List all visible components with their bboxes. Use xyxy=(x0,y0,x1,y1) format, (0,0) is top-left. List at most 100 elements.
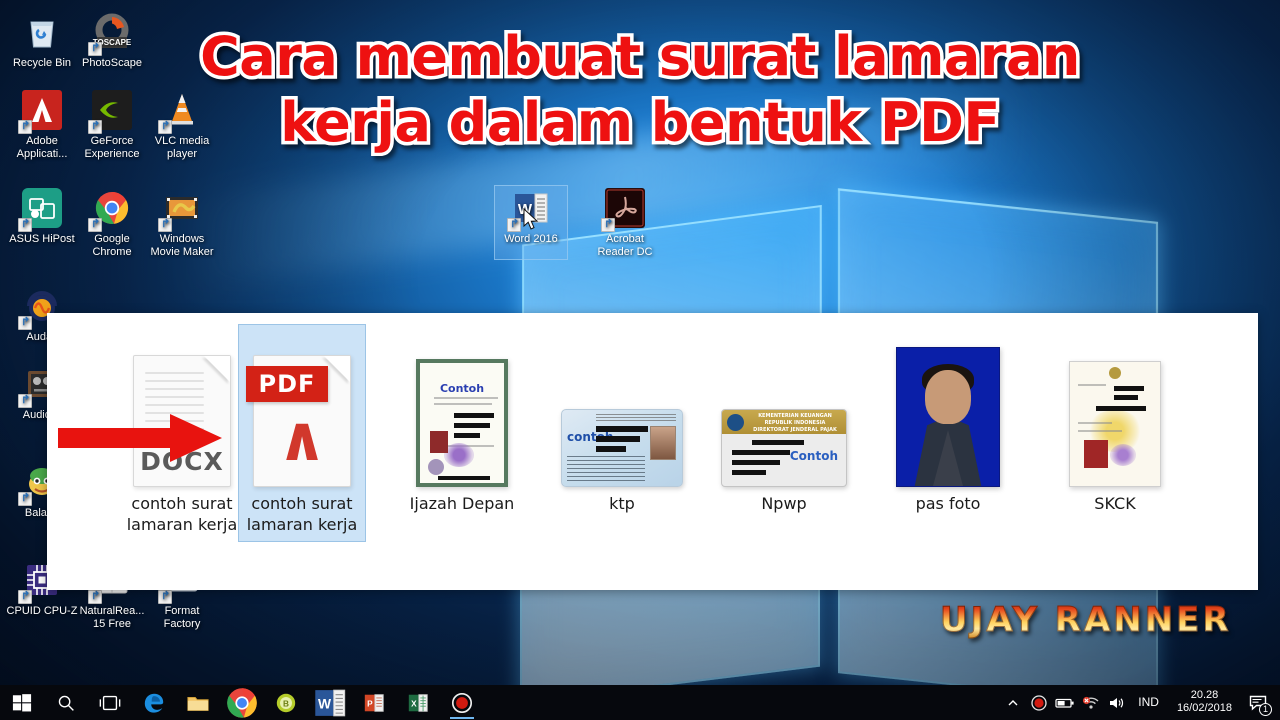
clock[interactable]: 20.28 16/02/2018 xyxy=(1167,685,1242,720)
desktop-icon-label: GeForce Experience xyxy=(84,135,140,160)
network-muted-icon[interactable] xyxy=(1078,685,1104,720)
clock-time: 20.28 xyxy=(1190,689,1219,701)
shortcut-arrow-icon xyxy=(18,590,32,604)
record-icon xyxy=(451,692,473,713)
shortcut-arrow-icon xyxy=(18,120,32,134)
mouse-cursor xyxy=(523,207,541,237)
file-explorer-button[interactable] xyxy=(176,685,220,720)
red-arrow-annotation xyxy=(58,414,222,462)
file-item[interactable]: SKCK xyxy=(1052,325,1178,520)
channel-watermark: UJAY RANNER xyxy=(940,600,1232,641)
folder-icon xyxy=(187,693,209,711)
svg-text:B: B xyxy=(283,699,289,708)
skck-thumbnail xyxy=(1069,361,1161,487)
desktop-icon-label: CPUID CPU-Z xyxy=(6,605,78,617)
powerpoint-icon: P xyxy=(364,692,384,712)
shortcut-arrow-icon xyxy=(88,590,102,604)
shortcut-arrow-icon xyxy=(18,218,32,232)
shortcut-arrow-icon xyxy=(158,218,172,232)
desktop-icon-adobe-applicati[interactable]: Adobe Applicati... xyxy=(6,88,78,161)
shortcut-arrow-icon xyxy=(18,394,32,408)
adobe-icon xyxy=(18,88,64,134)
desktop-icon-label: Google Chrome xyxy=(92,233,132,258)
battery-icon[interactable] xyxy=(1052,685,1078,720)
chrome-icon xyxy=(224,684,261,720)
file-thumbnail xyxy=(885,325,1011,487)
file-item[interactable]: Contoh Ijazah Depan xyxy=(399,325,525,520)
file-thumbnail xyxy=(1052,325,1178,487)
file-label: contoh surat lamaran kerja xyxy=(126,494,238,534)
desktop-icon-photoscape[interactable]: TOSCAPEPhotoScape xyxy=(76,10,148,70)
file-item[interactable]: pas foto xyxy=(885,325,1011,520)
file-label: Npwp xyxy=(761,494,807,513)
start-button[interactable] xyxy=(0,685,44,720)
desktop-icon-recycle-bin[interactable]: Recycle Bin xyxy=(6,10,78,70)
desktop-icon-geforce-experience[interactable]: GeForce Experience xyxy=(76,88,148,161)
taskbar-app-buttons: BWPX xyxy=(0,685,484,720)
shortcut-arrow-icon xyxy=(18,316,32,330)
chrome-button[interactable] xyxy=(220,685,264,720)
edge-icon xyxy=(143,691,165,713)
task-view-button[interactable] xyxy=(88,685,132,720)
file-label: ktp xyxy=(609,494,635,513)
geforce-icon xyxy=(88,88,134,134)
shortcut-arrow-icon xyxy=(88,218,102,232)
desktop-icon-label: Acrobat Reader DC xyxy=(597,233,653,258)
word-button[interactable]: W xyxy=(308,685,352,720)
photoscape-icon: TOSCAPE xyxy=(88,10,134,56)
shortcut-arrow-icon xyxy=(88,42,102,56)
video-title-overlay: Cara membuat surat lamaran kerja dalam b… xyxy=(150,22,1130,158)
clock-date: 16/02/2018 xyxy=(1176,702,1232,714)
shortcut-arrow-icon xyxy=(507,218,521,232)
language-indicator[interactable]: IND xyxy=(1130,685,1167,720)
search-button[interactable] xyxy=(44,685,88,720)
excel-button[interactable]: X xyxy=(396,685,440,720)
file-explorer-panel: DOCX contoh surat lamaran kerja PDF ∧ contoh… xyxy=(47,313,1258,590)
file-thumbnail: PDF ∧ xyxy=(239,325,365,487)
notification-center-button[interactable]: 1 xyxy=(1242,685,1274,720)
desktop-icon-label: Windows Movie Maker xyxy=(150,233,214,258)
file-item[interactable]: KEMENTERIAN KEUANGAN REPUBLIK INDONESIA … xyxy=(721,325,847,520)
file-label: contoh surat lamaran kerja xyxy=(246,494,358,534)
app-green-button[interactable]: B xyxy=(264,685,308,720)
shortcut-arrow-icon xyxy=(88,120,102,134)
desktop-icon-google-chrome[interactable]: Google Chrome xyxy=(76,186,148,259)
windows-logo-icon xyxy=(12,693,32,711)
excel-icon: X xyxy=(408,692,428,712)
shortcut-arrow-icon xyxy=(18,492,32,506)
ktp-thumbnail: contoh xyxy=(561,409,683,487)
desktop-icon-label: Format Factory xyxy=(163,605,201,630)
pdf-badge: PDF xyxy=(246,366,328,402)
system-tray: IND 20.28 16/02/2018 1 xyxy=(1000,685,1280,720)
desktop-icon-windows-movie-maker[interactable]: Windows Movie Maker xyxy=(146,186,218,259)
desktop-icon-asus-hipost[interactable]: ASUS HiPost xyxy=(6,186,78,246)
file-thumbnail: Contoh xyxy=(399,325,525,487)
powerpoint-button[interactable]: P xyxy=(352,685,396,720)
task-view-icon xyxy=(99,694,121,711)
desktop-icon-acrobat-reader-dc[interactable]: Acrobat Reader DC xyxy=(589,186,661,259)
shortcut-arrow-icon xyxy=(158,590,172,604)
desktop-icon-label: Recycle Bin xyxy=(12,57,72,69)
word-icon: W xyxy=(312,684,349,720)
ijazah-thumbnail: Contoh xyxy=(416,359,508,487)
record-icon[interactable] xyxy=(1026,685,1052,720)
pas-foto-thumbnail xyxy=(896,347,1000,487)
recycle-bin-icon xyxy=(20,10,64,54)
volume-icon[interactable] xyxy=(1104,685,1130,720)
file-item[interactable]: contoh ktp xyxy=(559,325,685,520)
recorder-button[interactable] xyxy=(440,685,484,720)
npwp-thumbnail: KEMENTERIAN KEUANGAN REPUBLIK INDONESIA … xyxy=(721,409,847,487)
acrobat-icon xyxy=(601,186,647,232)
svg-text:P: P xyxy=(367,699,373,708)
edge-button[interactable] xyxy=(132,685,176,720)
notification-badge: 1 xyxy=(1259,703,1272,716)
desktop-icon-label: NaturalRea... 15 Free xyxy=(79,605,145,630)
movie-maker-icon xyxy=(158,186,204,232)
file-list: DOCX contoh surat lamaran kerja PDF ∧ contoh… xyxy=(47,313,1258,590)
file-label: SKCK xyxy=(1094,494,1136,513)
file-thumbnail: contoh xyxy=(559,325,685,487)
show-hidden-icons-button[interactable] xyxy=(1000,685,1026,720)
asus-hipost-icon xyxy=(18,186,64,232)
file-item[interactable]: PDF ∧ contoh surat lamaran kerja xyxy=(238,324,366,542)
title-line-2: kerja dalam bentuk PDF xyxy=(277,88,1004,158)
